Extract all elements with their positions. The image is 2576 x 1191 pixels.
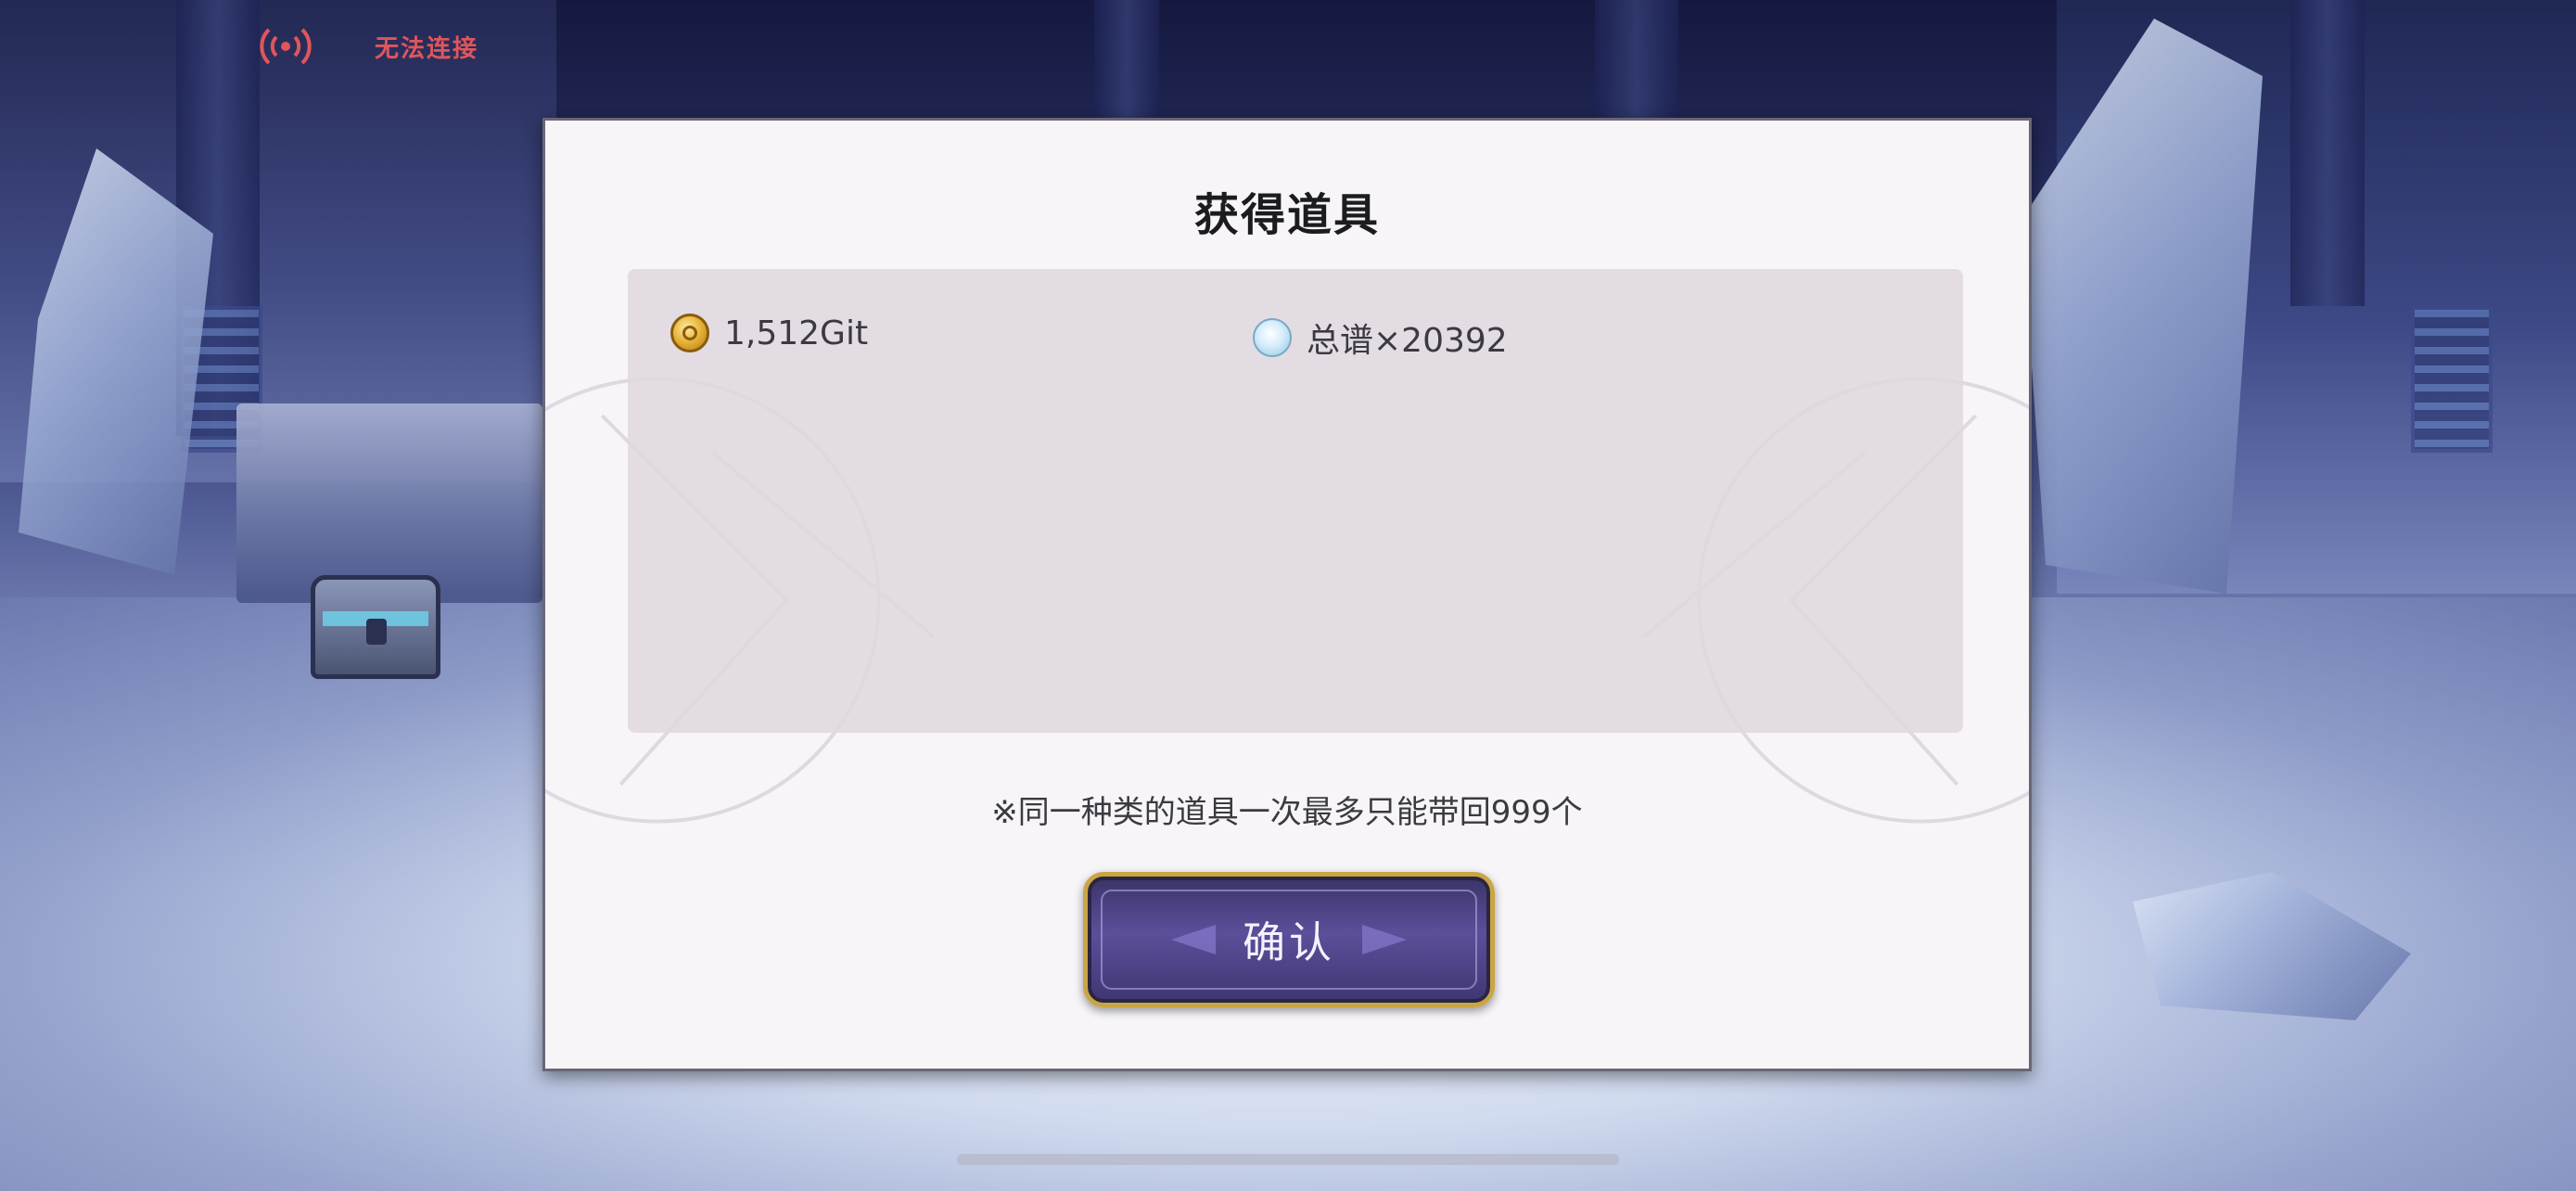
- crystal-orb-icon: [1253, 318, 1292, 357]
- item-reward-dialog: 获得道具 1,512Git 总谱×20392 ※同一种类的道具一次最多只能带回9…: [542, 118, 2032, 1071]
- reward-item-label: 1,512Git: [724, 314, 869, 352]
- background-pillar: [1595, 0, 1678, 121]
- background-pillar: [1094, 0, 1159, 121]
- connection-status-text: 无法连接: [375, 34, 479, 63]
- reward-item-score: 总谱×20392: [1253, 314, 1508, 362]
- confirm-button-label: 确认: [1243, 917, 1335, 967]
- home-indicator-bar[interactable]: [957, 1154, 1619, 1165]
- dialog-title: 获得道具: [1193, 189, 1380, 241]
- reward-items-list: 1,512Git 总谱×20392: [628, 269, 1963, 733]
- background-pillar: [2290, 0, 2365, 306]
- game-screen: 无法连接 获得道具 1,512Git 总谱×20392 ※同一种类的道具一次最多…: [0, 0, 2576, 1191]
- background-ice-desk: [236, 403, 542, 603]
- reward-item-git: 1,512Git: [670, 314, 868, 352]
- reward-item-label: 总谱×20392: [1307, 322, 1508, 360]
- treasure-chest[interactable]: [311, 575, 440, 679]
- button-ornament: [1171, 925, 1216, 954]
- gold-coin-icon: [670, 314, 709, 352]
- confirm-button[interactable]: 确认: [1083, 872, 1495, 1007]
- connection-status: 无法连接: [260, 20, 478, 72]
- item-limit-note: ※同一种类的道具一次最多只能带回999个: [991, 794, 1583, 831]
- background-window: [2411, 306, 2493, 453]
- button-ornament: [1362, 925, 1407, 954]
- signal-broadcast-icon: [260, 20, 312, 72]
